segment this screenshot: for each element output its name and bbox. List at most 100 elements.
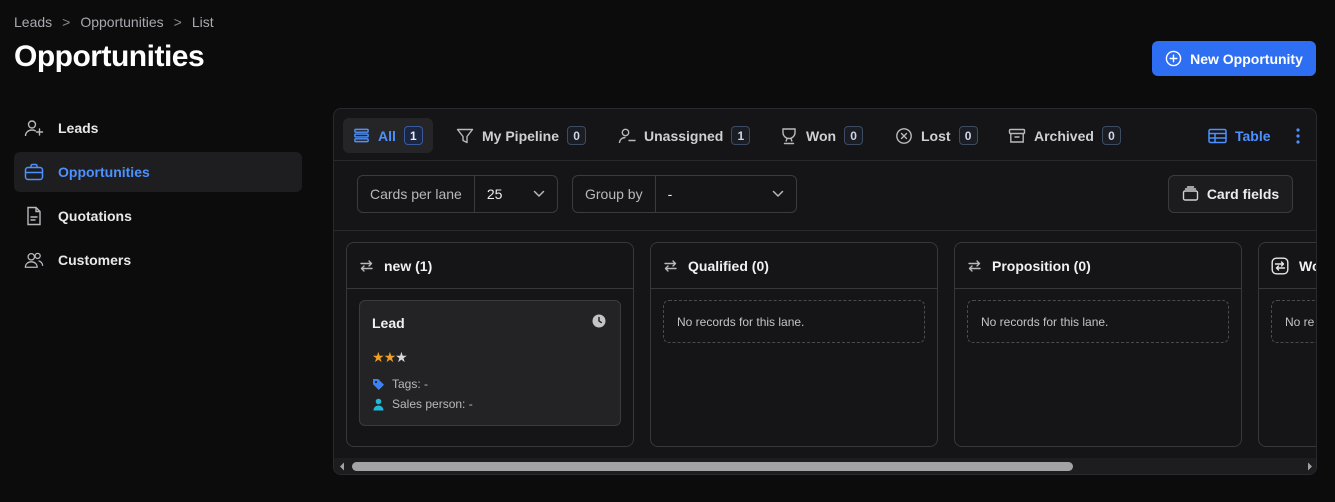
tab-label: All: [378, 127, 396, 144]
chevron-down-icon: [533, 190, 545, 198]
card-tags: Tags: -: [372, 377, 428, 391]
tab-label: My Pipeline: [482, 127, 560, 144]
cards-per-lane-value: 25: [486, 186, 503, 202]
star-filled-icon[interactable]: ★: [384, 349, 397, 365]
sidebar-item-leads[interactable]: Leads: [14, 108, 302, 148]
new-opportunity-button[interactable]: New Opportunity: [1152, 41, 1316, 76]
lane-title: Proposition (0): [992, 257, 1091, 274]
star-empty-icon[interactable]: ★: [395, 349, 408, 365]
sidebar-item-opportunities[interactable]: Opportunities: [14, 152, 302, 192]
card-sales-person: Sales person: -: [372, 397, 473, 411]
archive-icon: [1008, 127, 1026, 145]
scroll-left-icon[interactable]: [339, 462, 345, 471]
tab-my-pipeline[interactable]: My Pipeline 0: [446, 118, 596, 153]
plus-circle-icon: [1165, 50, 1182, 67]
chevron-down-icon: [772, 190, 784, 198]
empty-lane-placeholder: No records for this lane.: [663, 300, 925, 343]
tab-label: Unassigned: [644, 127, 724, 144]
tag-icon: [372, 378, 385, 391]
scroll-right-icon[interactable]: [1307, 462, 1313, 471]
group-by-value-wrap: -: [656, 176, 796, 212]
tab-count: 0: [567, 126, 587, 145]
cards-per-lane-select[interactable]: Cards per lane 25: [357, 175, 558, 213]
document-icon: [24, 206, 44, 226]
card-stack-icon: [1182, 186, 1199, 202]
empty-lane-placeholder: No records for this lane.: [967, 300, 1229, 343]
breadcrumb: Leads > Opportunities > List: [14, 14, 214, 30]
lane-header[interactable]: new (1): [347, 243, 633, 289]
scrollbar-thumb[interactable]: [352, 462, 1073, 471]
swap-icon: [359, 259, 374, 273]
users-icon: [24, 250, 44, 270]
lane-proposition: Proposition (0) No records for this lane…: [954, 242, 1242, 447]
breadcrumb-leads[interactable]: Leads: [14, 14, 52, 30]
card-fields-label: Card fields: [1206, 186, 1280, 202]
tab-unassigned[interactable]: Unassigned 1: [608, 118, 760, 153]
card-fields-button[interactable]: Card fields: [1168, 175, 1293, 213]
lane-qualified: Qualified (0) No records for this lane.: [650, 242, 938, 447]
cards-per-lane-label: Cards per lane: [358, 176, 475, 212]
empty-lane-placeholder: No re: [1271, 300, 1316, 343]
briefcase-icon: [24, 162, 44, 182]
swap-icon: [663, 259, 678, 273]
breadcrumb-separator: >: [62, 14, 71, 30]
kanban-toolbar: Cards per lane 25 Group by - Card fields: [334, 161, 1316, 231]
tab-all[interactable]: All 1: [343, 118, 433, 153]
sidebar-item-label: Leads: [58, 120, 99, 136]
table-view-toggle[interactable]: Table: [1208, 118, 1271, 153]
swap-icon: [967, 259, 982, 273]
lane-title: Wo: [1299, 257, 1316, 274]
star-rating[interactable]: ★★★: [372, 349, 408, 366]
tab-count: 1: [403, 126, 423, 145]
tab-label: Archived: [1034, 127, 1094, 144]
sidebar-item-label: Quotations: [58, 208, 132, 224]
sidebar-item-label: Customers: [58, 252, 132, 268]
lane-new: new (1) Lead ★★★ Tags: - Sales person: -: [346, 242, 634, 447]
tab-count: 0: [844, 126, 864, 145]
filter-tabbar: All 1 My Pipeline 0 Unassigned 1 Won 0 L…: [334, 109, 1316, 161]
list-icon: [353, 127, 370, 144]
page-title: Opportunities: [14, 40, 205, 73]
table-view-label: Table: [1235, 127, 1271, 144]
breadcrumb-opportunities[interactable]: Opportunities: [80, 14, 163, 30]
locked-swap-icon: [1271, 257, 1289, 275]
breadcrumb-separator: >: [173, 14, 182, 30]
clock-icon[interactable]: [592, 314, 606, 328]
lane-title: new (1): [384, 257, 433, 274]
tags-text: Tags: -: [392, 377, 429, 391]
sidebar: Leads Opportunities Quotations Customers: [14, 108, 302, 284]
tab-lost[interactable]: Lost 0: [885, 118, 988, 153]
x-circle-icon: [895, 127, 913, 145]
group-by-label: Group by: [573, 176, 656, 212]
new-opportunity-label: New Opportunity: [1190, 50, 1303, 67]
user-plus-icon: [24, 118, 44, 138]
tab-won[interactable]: Won 0: [770, 118, 873, 153]
tab-archived[interactable]: Archived 0: [998, 118, 1131, 153]
kanban-lanes: new (1) Lead ★★★ Tags: - Sales person: -…: [334, 232, 1316, 458]
card-title: Lead: [372, 315, 405, 331]
opportunity-card[interactable]: Lead ★★★ Tags: - Sales person: -: [359, 300, 621, 426]
cards-per-lane-value-wrap: 25: [475, 176, 557, 212]
tab-label: Won: [806, 127, 837, 144]
trophy-icon: [780, 127, 798, 145]
user-minus-icon: [618, 127, 636, 145]
tab-count: 1: [731, 126, 751, 145]
filter-icon: [456, 127, 474, 145]
person-icon: [372, 398, 385, 411]
more-options-icon[interactable]: [1291, 126, 1305, 146]
breadcrumb-list: List: [191, 14, 214, 30]
group-by-select[interactable]: Group by -: [572, 175, 797, 213]
horizontal-scrollbar[interactable]: [334, 458, 1316, 474]
lane-header[interactable]: Wo: [1259, 243, 1316, 289]
lane-title: Qualified (0): [688, 257, 769, 274]
sidebar-item-customers[interactable]: Customers: [14, 240, 302, 280]
sales-person-text: Sales person: -: [392, 397, 473, 411]
sidebar-item-quotations[interactable]: Quotations: [14, 196, 302, 236]
table-icon: [1208, 128, 1227, 144]
sidebar-item-label: Opportunities: [58, 164, 150, 180]
lane-header[interactable]: Qualified (0): [651, 243, 937, 289]
star-filled-icon[interactable]: ★: [372, 349, 385, 365]
kanban-panel: All 1 My Pipeline 0 Unassigned 1 Won 0 L…: [333, 108, 1317, 475]
lane-header[interactable]: Proposition (0): [955, 243, 1241, 289]
group-by-value: -: [667, 186, 673, 202]
